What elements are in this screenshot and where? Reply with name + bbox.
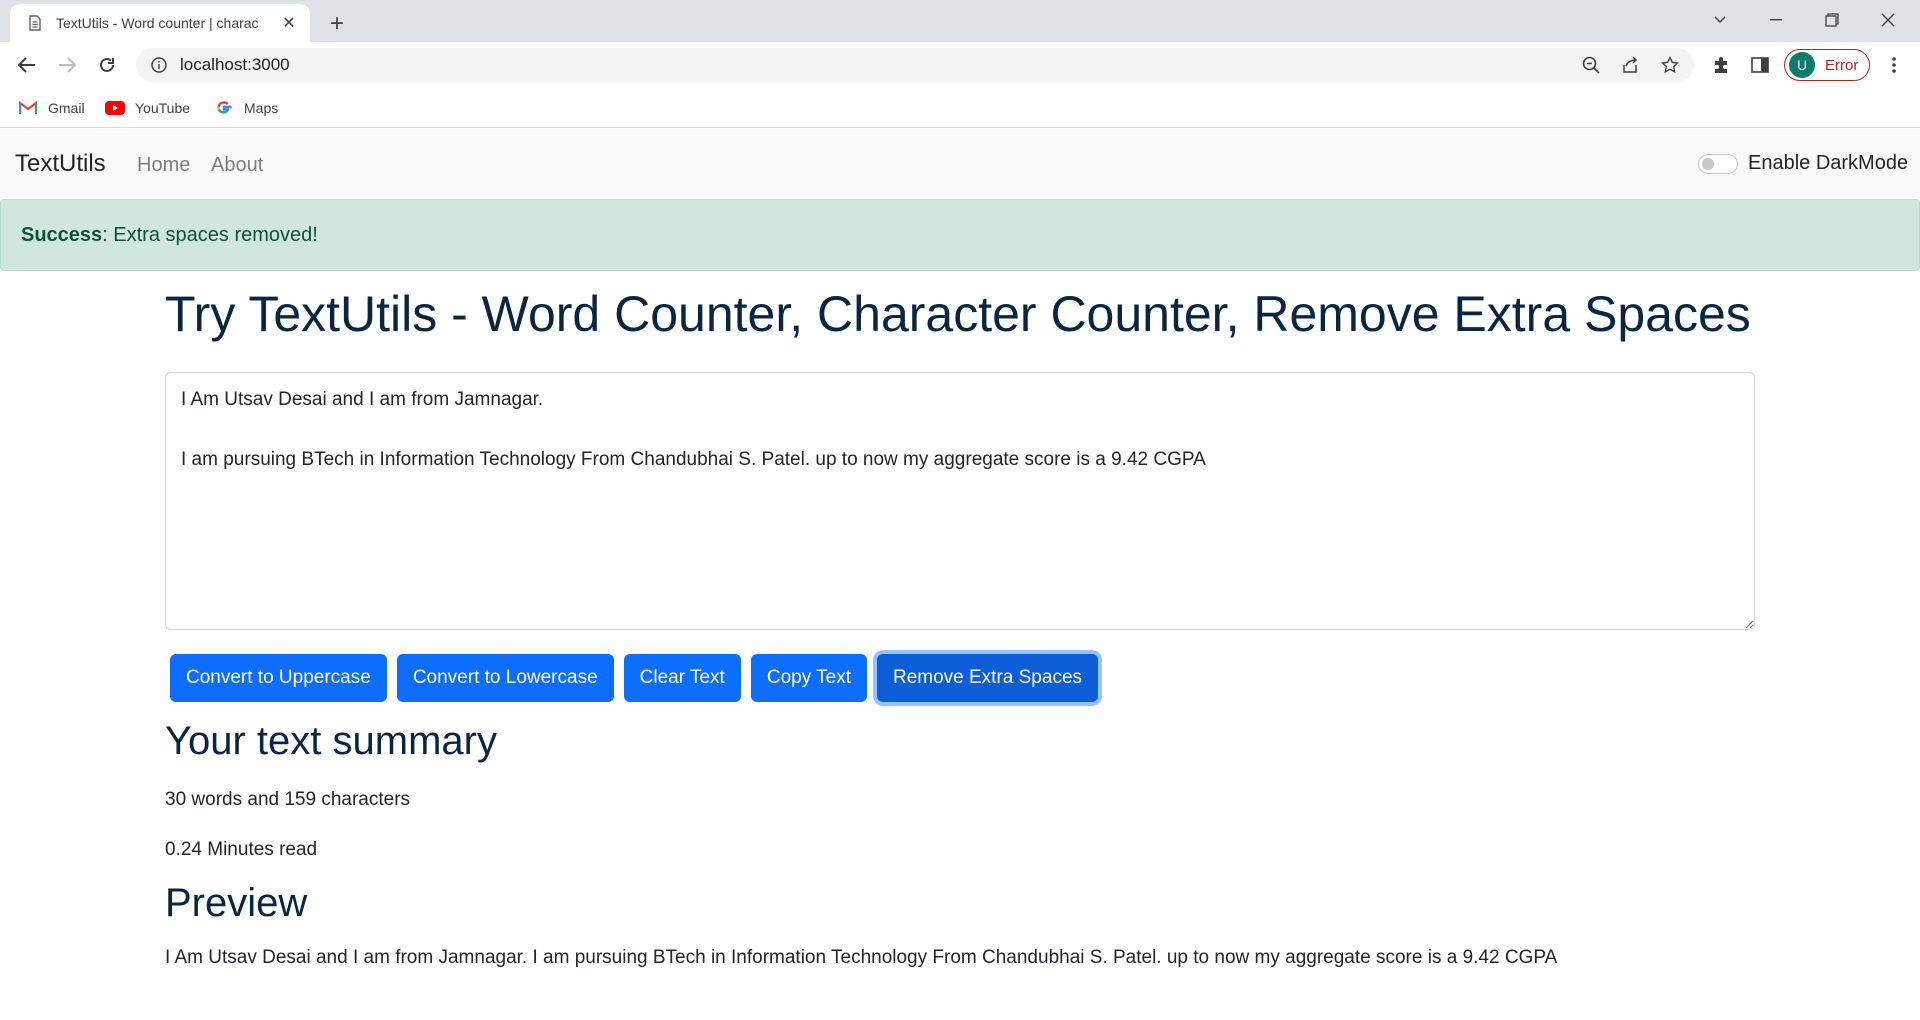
avatar: U [1789, 52, 1815, 78]
text-input[interactable]: I Am Utsav Desai and I am from Jamnagar.… [165, 372, 1755, 630]
remove-extra-spaces-button[interactable]: Remove Extra Spaces [876, 654, 1099, 702]
address-bar[interactable]: localhost:3000 [136, 48, 1694, 82]
uppercase-button[interactable]: Convert to Uppercase [170, 654, 387, 702]
forward-icon[interactable] [51, 49, 83, 81]
gmail-icon [18, 100, 38, 116]
copy-text-button[interactable]: Copy Text [750, 654, 867, 702]
bookmark-gmail[interactable]: Gmail [18, 96, 85, 120]
bookmark-label: YouTube [135, 100, 191, 116]
tab-strip: TextUtils - Word counter | charac ✕ + [0, 0, 1920, 42]
profile-status: Error [1825, 56, 1859, 74]
site-info-icon[interactable] [150, 56, 168, 74]
page-title: Try TextUtils - Word Counter, Character … [165, 286, 1751, 342]
extensions-icon[interactable] [1705, 49, 1737, 81]
read-time: 0.24 Minutes read [165, 839, 318, 860]
document-icon [26, 14, 44, 32]
url-text: localhost:3000 [180, 55, 290, 74]
close-window-icon[interactable] [1860, 0, 1916, 40]
word-char-count: 30 words and 159 characters [165, 789, 411, 810]
browser-toolbar: localhost:3000 U Error [0, 42, 1920, 88]
browser-tab[interactable]: TextUtils - Word counter | charac ✕ [10, 4, 310, 42]
google-icon [214, 100, 234, 116]
toggle-knob [1702, 158, 1714, 170]
success-alert: Success: Extra spaces removed! [0, 199, 1920, 271]
bookmark-star-icon[interactable] [1654, 49, 1686, 81]
action-buttons: Convert to Uppercase Convert to Lowercas… [170, 654, 1099, 702]
lowercase-button[interactable]: Convert to Lowercase [396, 654, 614, 702]
back-icon[interactable] [11, 49, 43, 81]
more-menu-icon[interactable] [1878, 49, 1910, 81]
youtube-icon [105, 100, 125, 116]
side-panel-icon[interactable] [1744, 49, 1776, 81]
summary-heading: Your text summary [165, 719, 497, 763]
preview-text: I Am Utsav Desai and I am from Jamnagar.… [165, 947, 1558, 968]
close-tab-icon[interactable]: ✕ [278, 12, 300, 34]
darkmode-toggle[interactable] [1698, 154, 1738, 174]
new-tab-icon[interactable]: + [322, 9, 352, 39]
nav-link-home[interactable]: Home [137, 154, 190, 177]
restore-icon[interactable] [1804, 0, 1860, 40]
bookmark-maps[interactable]: Maps [214, 96, 278, 120]
bookmark-label: Gmail [48, 100, 85, 116]
reload-icon[interactable] [91, 49, 123, 81]
nav-link-about[interactable]: About [211, 154, 263, 177]
app-navbar: TextUtils Home About Enable DarkMode [0, 129, 1920, 199]
bookmark-label: Maps [244, 100, 279, 116]
bookmark-youtube[interactable]: YouTube [105, 96, 190, 120]
zoom-icon[interactable] [1575, 49, 1607, 81]
navbar-brand[interactable]: TextUtils [15, 150, 106, 178]
share-icon[interactable] [1614, 49, 1646, 81]
tab-search-icon[interactable] [1692, 0, 1748, 40]
preview-heading: Preview [165, 881, 308, 925]
clear-text-button[interactable]: Clear Text [623, 654, 741, 702]
tab-title: TextUtils - Word counter | charac [56, 15, 259, 31]
minimize-icon[interactable] [1748, 0, 1804, 40]
darkmode-label[interactable]: Enable DarkMode [1748, 152, 1908, 175]
profile-button[interactable]: U Error [1784, 49, 1870, 81]
bookmarks-bar: Gmail YouTube Maps [0, 88, 1920, 128]
alert-type: Success [21, 223, 103, 246]
alert-message: : Extra spaces removed! [102, 223, 318, 246]
